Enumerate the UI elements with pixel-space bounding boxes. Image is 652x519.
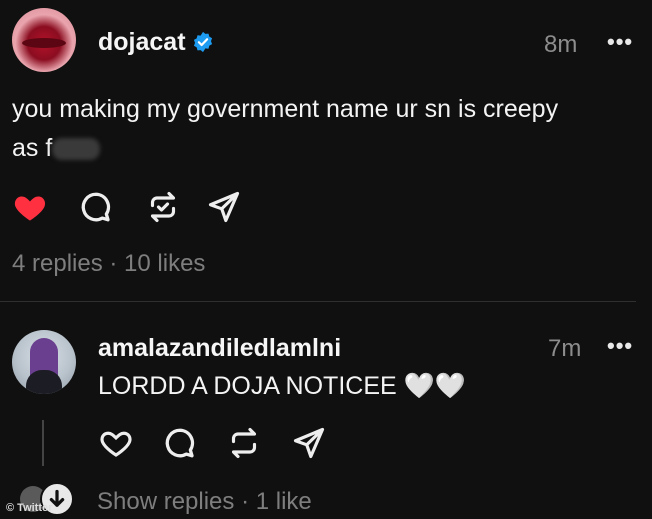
reply-text: LORDD A DOJA NOTICEE 🤍🤍 — [98, 372, 466, 400]
comment-icon[interactable] — [78, 189, 114, 225]
post-username[interactable]: dojacat — [98, 28, 214, 57]
share-send-icon[interactable] — [291, 425, 327, 461]
thread-line — [42, 420, 44, 466]
post-text: you making my government name ur sn is c… — [12, 90, 558, 168]
censor-blur — [52, 138, 101, 161]
divider — [0, 301, 636, 302]
post-time: 8m — [544, 31, 578, 58]
more-options-icon[interactable]: ••• — [607, 333, 633, 359]
show-replies-link[interactable]: Show replies · 1 like — [97, 488, 312, 516]
post-text-line2-text: as f — [12, 134, 53, 162]
reply-username[interactable]: amalazandiledlamlni — [98, 334, 341, 363]
avatar[interactable] — [12, 330, 76, 394]
reply-time: 7m — [548, 335, 582, 362]
comment-icon[interactable] — [162, 425, 198, 461]
repost-icon[interactable] — [145, 189, 181, 225]
watermark: © Twitter — [6, 502, 53, 514]
username-text[interactable]: dojacat — [98, 28, 186, 56]
post-text-line2: as f — [12, 129, 558, 168]
repost-icon[interactable] — [226, 425, 262, 461]
post-text-line1: you making my government name ur sn is c… — [12, 95, 559, 123]
like-heart-filled-icon[interactable] — [12, 189, 48, 225]
share-send-icon[interactable] — [206, 189, 242, 225]
like-heart-icon[interactable] — [98, 425, 134, 461]
verified-badge-icon — [193, 31, 212, 53]
avatar[interactable] — [12, 8, 76, 72]
post-stats[interactable]: 4 replies · 10 likes — [12, 250, 205, 278]
more-options-icon[interactable]: ••• — [607, 29, 633, 55]
